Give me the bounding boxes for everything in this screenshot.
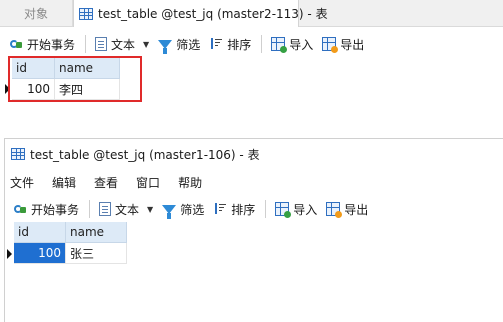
menu-bar: 文件 编辑 查看 窗口 帮助 (5, 171, 503, 193)
text-icon (95, 37, 108, 51)
text-icon (99, 202, 112, 216)
import-label: 导入 (289, 37, 314, 52)
text-button[interactable]: 文本 ▼ (92, 33, 152, 55)
sort-label: 排序 (227, 37, 252, 52)
sort-icon (213, 202, 227, 216)
menu-view[interactable]: 查看 (94, 174, 118, 191)
menu-edit[interactable]: 编辑 (52, 174, 76, 191)
toolbar-divider (89, 200, 91, 218)
sort-icon (209, 37, 223, 51)
menu-window[interactable]: 窗口 (136, 174, 160, 191)
tab-test-table-label: test_table @test_jq (master2-113) - 表 (98, 7, 328, 21)
column-header-name[interactable]: name (54, 58, 120, 79)
toolbar-divider (261, 35, 263, 53)
import-button[interactable]: 导入 (272, 198, 320, 220)
current-row-indicator-icon (5, 84, 10, 94)
begin-transaction-button[interactable]: 开始事务 (10, 198, 82, 220)
import-icon (271, 37, 288, 53)
transaction-icon (13, 202, 27, 216)
export-label: 导出 (340, 37, 365, 52)
filter-icon (162, 204, 177, 219)
menu-file[interactable]: 文件 (10, 174, 34, 191)
data-grid-master1: id name 100 张三 (14, 222, 127, 264)
text-label: 文本 (111, 37, 136, 52)
begin-transaction-label: 开始事务 (27, 37, 76, 52)
tab-objects[interactable]: 对象 (0, 0, 73, 26)
toolbar-bottom: 开始事务 文本 ▼ 筛选 排序 导入 导出 (4, 195, 503, 223)
import-icon (275, 202, 292, 218)
begin-transaction-button[interactable]: 开始事务 (6, 33, 78, 55)
column-header-name[interactable]: name (65, 222, 127, 243)
cell-id-selected[interactable]: 100 (14, 242, 66, 264)
menu-help[interactable]: 帮助 (178, 174, 202, 191)
export-button[interactable]: 导出 (319, 33, 367, 55)
filter-icon (158, 39, 173, 54)
text-button[interactable]: 文本 ▼ (96, 198, 156, 220)
filter-button[interactable]: 筛选 (155, 33, 203, 55)
export-icon (322, 37, 339, 53)
import-label: 导入 (293, 202, 318, 217)
tab-test-table-master2[interactable]: test_table @test_jq (master2-113) - 表 (73, 0, 328, 27)
export-icon (326, 202, 343, 218)
table-row[interactable]: 100 李四 (12, 78, 120, 100)
transaction-icon (9, 37, 23, 51)
import-button[interactable]: 导入 (268, 33, 316, 55)
grid-header-row: id name (12, 58, 120, 79)
cell-name[interactable]: 张三 (65, 242, 127, 264)
column-header-id[interactable]: id (12, 58, 55, 79)
column-header-id[interactable]: id (14, 222, 66, 243)
text-label: 文本 (115, 202, 140, 217)
begin-transaction-label: 开始事务 (31, 202, 80, 217)
window-title: test_table @test_jq (master1-106) - 表 (30, 147, 260, 162)
cell-id[interactable]: 100 (12, 78, 55, 100)
sort-label: 排序 (231, 202, 256, 217)
filter-label: 筛选 (176, 37, 201, 52)
chevron-down-icon: ▼ (147, 204, 154, 214)
window-title-bar: test_table @test_jq (master1-106) - 表 (5, 139, 503, 169)
chevron-down-icon: ▼ (143, 39, 150, 49)
table-icon (79, 7, 93, 20)
grid-header-row: id name (14, 222, 127, 243)
toolbar-divider (265, 200, 267, 218)
export-label: 导出 (344, 202, 369, 217)
toolbar-top: 开始事务 文本 ▼ 筛选 排序 导入 导出 (0, 30, 503, 58)
sort-button[interactable]: 排序 (210, 198, 258, 220)
table-row[interactable]: 100 张三 (14, 242, 127, 264)
cell-name[interactable]: 李四 (54, 78, 120, 100)
current-row-indicator-icon (7, 249, 12, 259)
tab-objects-label: 对象 (23, 6, 48, 21)
export-button[interactable]: 导出 (323, 198, 371, 220)
filter-label: 筛选 (180, 202, 205, 217)
sort-button[interactable]: 排序 (206, 33, 254, 55)
toolbar-divider (85, 35, 87, 53)
table-icon (11, 148, 25, 160)
data-grid-master2: id name 100 李四 (12, 58, 120, 100)
filter-button[interactable]: 筛选 (159, 198, 207, 220)
